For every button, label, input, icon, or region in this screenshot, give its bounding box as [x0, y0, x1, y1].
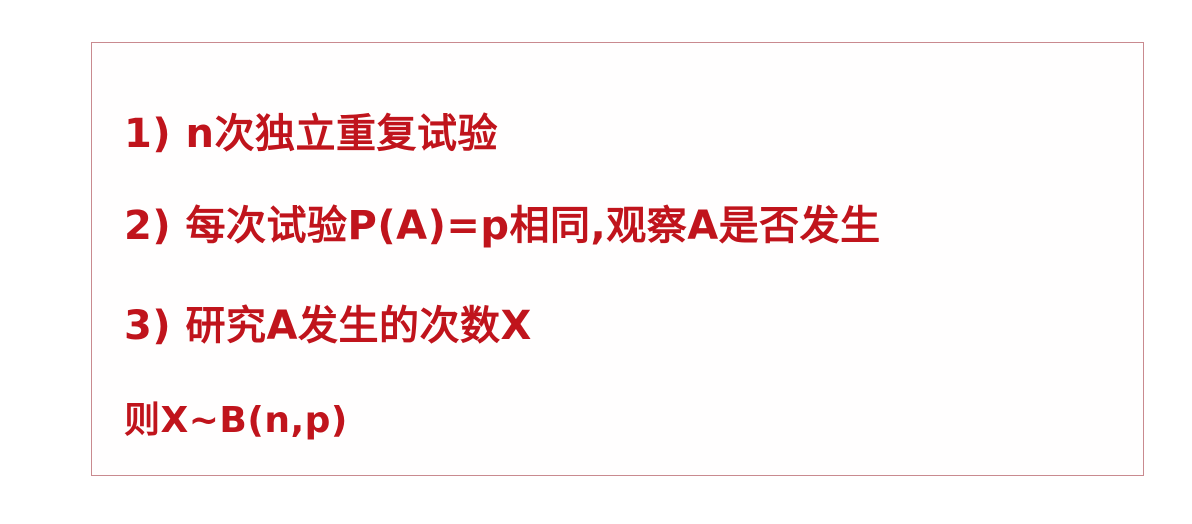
conclusion-line: 则X~B(n,p) — [124, 400, 348, 441]
content-frame: 1) n次独立重复试验 2) 每次试验P(A)=p相同,观察A是否发生 3) 研… — [91, 42, 1144, 476]
condition-line-1: 1) n次独立重复试验 — [124, 111, 499, 157]
condition-line-3: 3) 研究A发生的次数X — [124, 303, 532, 349]
page: 1) n次独立重复试验 2) 每次试验P(A)=p相同,观察A是否发生 3) 研… — [0, 0, 1192, 524]
condition-line-2: 2) 每次试验P(A)=p相同,观察A是否发生 — [124, 203, 881, 249]
